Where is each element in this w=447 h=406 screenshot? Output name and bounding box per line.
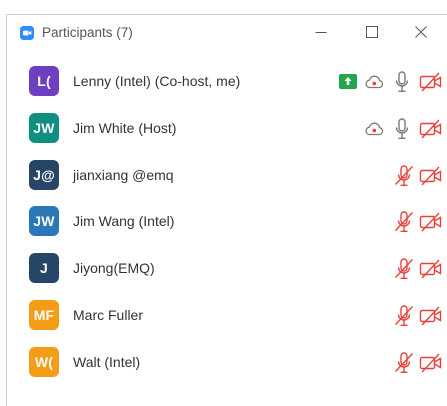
participant-list: L( Lenny (Intel) (Co-host, me) JW Jim Wh… (7, 59, 447, 387)
microphone-icon[interactable] (395, 118, 409, 140)
participant-name: Lenny (Intel) (Co-host, me) (73, 73, 241, 89)
participant-name: Jim Wang (Intel) (73, 213, 175, 230)
avatar: MF (29, 299, 59, 330)
window-title: Participants (7) (42, 25, 133, 40)
participant-name: Jiyong(EMQ) (73, 260, 155, 277)
maximize-button[interactable] (349, 15, 395, 49)
microphone-muted-icon[interactable] (394, 258, 414, 280)
microphone-muted-icon[interactable] (394, 305, 414, 327)
video-off-icon[interactable] (419, 166, 443, 186)
participant-row[interactable]: W( Walt (Intel) (7, 340, 447, 387)
video-off-icon[interactable] (419, 212, 443, 232)
avatar: W( (29, 346, 59, 377)
video-off-icon[interactable] (419, 72, 443, 92)
participant-row[interactable]: L( Lenny (Intel) (Co-host, me) (7, 59, 447, 106)
participant-name: jianxiang @emq (73, 166, 174, 183)
participant-row[interactable]: J Jiyong(EMQ) (7, 246, 447, 293)
minimize-icon (315, 32, 327, 33)
zoom-app-icon (20, 26, 34, 40)
video-off-icon[interactable] (419, 119, 443, 139)
video-off-icon[interactable] (419, 259, 443, 279)
avatar: J (29, 253, 59, 284)
avatar: L( (29, 66, 59, 96)
maximize-icon (366, 26, 378, 38)
participants-window: Participants (7) L( Lenny (Intel) (Co-ho… (6, 14, 447, 406)
cloud-recording-icon (365, 122, 384, 135)
participant-row[interactable]: MF Marc Fuller (7, 293, 447, 340)
participant-row[interactable]: JW Jim White (Host) (7, 106, 447, 153)
microphone-icon[interactable] (395, 71, 409, 93)
cloud-recording-icon (365, 75, 384, 89)
participant-name: Jim White (Host) (73, 119, 177, 136)
participant-name: Marc Fuller (73, 306, 144, 323)
video-off-icon[interactable] (419, 306, 443, 326)
close-icon (415, 26, 427, 38)
avatar: JW (29, 206, 59, 237)
microphone-muted-icon[interactable] (394, 352, 414, 374)
avatar: J@ (29, 159, 59, 190)
participant-row[interactable]: JW Jim Wang (Intel) (7, 199, 447, 246)
microphone-muted-icon[interactable] (394, 211, 414, 233)
participant-row[interactable]: J@ jianxiang @emq (7, 153, 447, 200)
title-bar[interactable]: Participants (7) (7, 15, 447, 50)
participant-name: Walt (Intel) (73, 353, 141, 370)
minimize-button[interactable] (298, 15, 344, 49)
video-off-icon[interactable] (419, 353, 443, 373)
avatar: JW (29, 112, 59, 143)
microphone-muted-icon[interactable] (394, 164, 414, 187)
share-screen-icon[interactable] (339, 74, 357, 89)
close-button[interactable] (398, 15, 444, 49)
